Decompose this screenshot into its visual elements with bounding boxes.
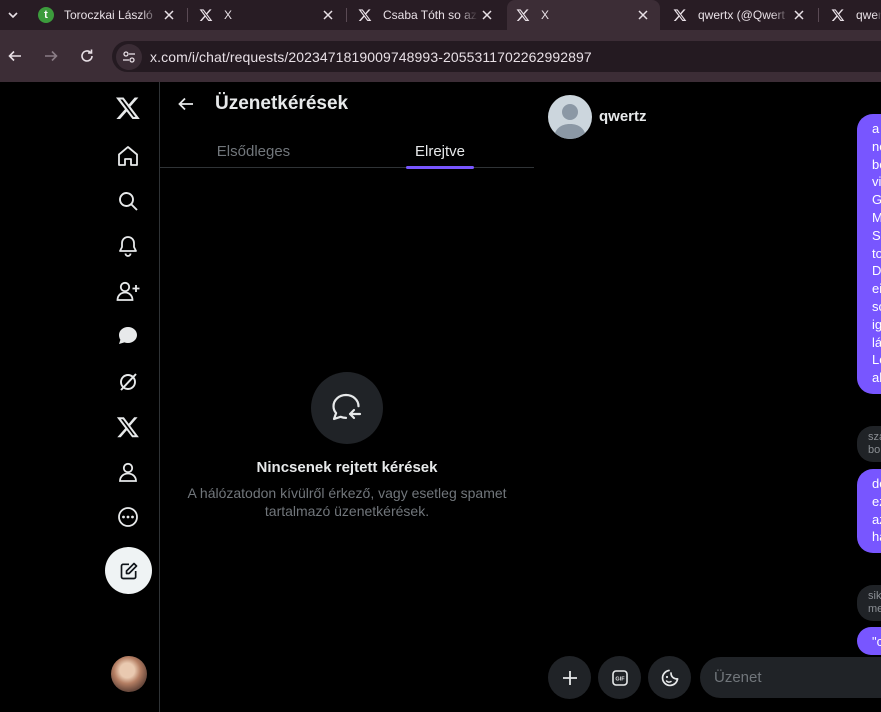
- close-icon[interactable]: [634, 10, 652, 20]
- hidden-requests-icon: [311, 372, 383, 444]
- message-bubble-received[interactable]: sik me: [857, 585, 881, 621]
- contact-name[interactable]: qwertz: [599, 108, 647, 125]
- message-bubble[interactable]: "c: [857, 627, 881, 655]
- premium-x-icon[interactable]: [112, 411, 144, 443]
- chat-panel: qwertz a ne be vi G M S: to D ei so ig l…: [534, 82, 881, 712]
- x-logo-icon: [672, 7, 688, 23]
- x-logo-icon[interactable]: [112, 92, 144, 124]
- browser-tabstrip: t Toroczkai László X Csaba Tóth so az X …: [0, 0, 881, 30]
- tab-hidden[interactable]: Elrejtve: [406, 134, 474, 169]
- close-icon[interactable]: [790, 10, 808, 20]
- x-page: Üzenetkérések Elsődleges Elrejtve Nincse…: [0, 82, 881, 712]
- sticker-icon: [661, 669, 678, 686]
- tab-separator: [818, 8, 819, 22]
- emoji-button[interactable]: [648, 656, 691, 699]
- x-logo-icon: [515, 7, 531, 23]
- empty-state-title: Nincsenek rejtett kérések: [256, 459, 438, 476]
- url-text: x.com/i/chat/requests/202347181900974899…: [150, 48, 592, 65]
- close-icon[interactable]: [160, 10, 178, 20]
- x-logo-icon: [198, 7, 214, 23]
- chevron-down-icon: [8, 12, 18, 19]
- message-requests-panel: Üzenetkérések Elsődleges Elrejtve Nincse…: [160, 82, 534, 712]
- tab-primary[interactable]: Elsődleges: [200, 134, 307, 168]
- x-logo-icon: [357, 7, 373, 23]
- grok-icon[interactable]: [112, 366, 144, 398]
- close-icon[interactable]: [478, 10, 496, 20]
- contact-avatar[interactable]: [548, 95, 592, 139]
- more-icon[interactable]: [112, 501, 144, 533]
- page-title: Üzenetkérések: [215, 93, 349, 114]
- add-attachment-button[interactable]: [548, 656, 591, 699]
- compose-button[interactable]: [105, 547, 152, 594]
- tab-title: qwer: [856, 8, 881, 22]
- chat-icon[interactable]: [112, 320, 144, 352]
- notifications-icon[interactable]: [112, 230, 144, 262]
- browser-toolbar: x.com/i/chat/requests/202347181900974899…: [0, 30, 881, 82]
- tab-title: X: [541, 8, 550, 22]
- message-input[interactable]: Üzenet: [700, 657, 881, 698]
- address-bar[interactable]: x.com/i/chat/requests/202347181900974899…: [112, 41, 881, 72]
- svg-text:GIF: GIF: [615, 676, 625, 682]
- arrow-left-icon: [8, 50, 21, 62]
- browser-tab[interactable]: qwertx (@Qwert: [664, 0, 816, 30]
- home-icon[interactable]: [112, 140, 144, 172]
- tab-title: Csaba Tóth so az: [383, 8, 477, 22]
- account-avatar[interactable]: [111, 656, 147, 692]
- site-settings-icon[interactable]: [116, 43, 142, 70]
- requests-tabs: Elsődleges Elrejtve: [160, 134, 534, 169]
- left-navigation: [0, 82, 160, 712]
- tab-title: qwertx (@Qwert: [698, 8, 785, 22]
- empty-state-description: A hálózatodon kívülről érkező, vagy eset…: [187, 485, 507, 519]
- back-button[interactable]: [3, 44, 27, 68]
- message-bubble[interactable]: do ez az ha: [857, 469, 881, 553]
- browser-tab[interactable]: qwer: [822, 0, 881, 30]
- browser-tab[interactable]: Csaba Tóth so az: [349, 0, 504, 30]
- t-icon: t: [38, 7, 54, 23]
- tab-search-dropdown[interactable]: [0, 0, 26, 30]
- message-input-placeholder: Üzenet: [714, 669, 762, 686]
- arrow-left-icon: [178, 97, 193, 111]
- search-icon[interactable]: [112, 185, 144, 217]
- tab-separator: [187, 8, 188, 22]
- tab-separator: [346, 8, 347, 22]
- back-button[interactable]: [174, 92, 198, 116]
- tab-title: Toroczkai László: [64, 8, 153, 22]
- x-logo-icon: [830, 7, 846, 23]
- browser-tab[interactable]: t Toroczkai László: [30, 0, 186, 30]
- plus-icon: [562, 670, 577, 685]
- message-bubble[interactable]: a ne be vi G M S: to D ei so ig lá Lé al: [857, 114, 881, 394]
- tab-title: X: [224, 8, 233, 22]
- browser-tab[interactable]: X: [190, 0, 345, 30]
- gif-icon: GIF: [611, 669, 628, 686]
- message-bubble-received[interactable]: sza bo: [857, 426, 881, 462]
- arrow-right-icon: [45, 50, 58, 62]
- reload-button[interactable]: [75, 44, 99, 68]
- browser-tab-active[interactable]: X: [507, 0, 660, 30]
- close-icon[interactable]: [319, 10, 337, 20]
- follow-icon[interactable]: [112, 275, 144, 307]
- forward-button[interactable]: [39, 44, 63, 68]
- compose-icon: [120, 562, 137, 579]
- profile-icon[interactable]: [112, 456, 144, 488]
- reload-icon: [81, 49, 93, 62]
- gif-button[interactable]: GIF: [598, 656, 641, 699]
